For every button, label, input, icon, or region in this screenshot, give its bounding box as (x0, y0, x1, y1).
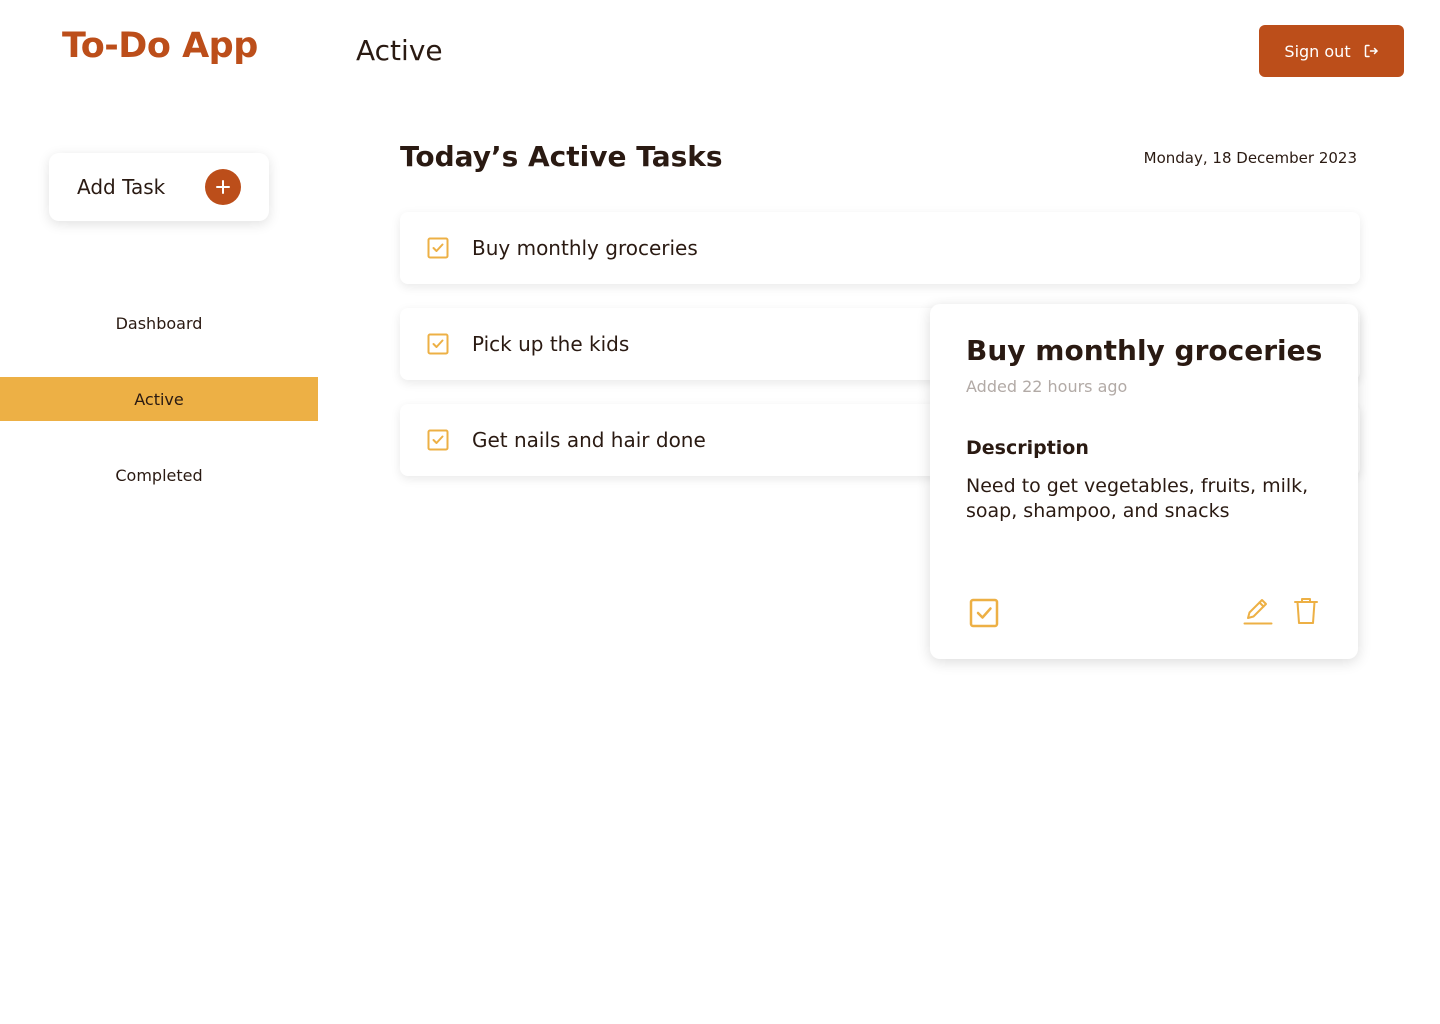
task-title: Pick up the kids (472, 332, 630, 356)
current-date: Monday, 18 December 2023 (1143, 149, 1357, 167)
sidebar-item-label: Active (134, 389, 184, 409)
add-task-button[interactable]: Add Task (49, 153, 269, 221)
task-detail-card: Buy monthly groceries Added 22 hours ago… (930, 304, 1358, 659)
description-label: Description (966, 437, 1089, 459)
task-title: Get nails and hair done (472, 428, 706, 452)
sign-out-button[interactable]: Sign out (1259, 25, 1404, 77)
detail-added-time: Added 22 hours ago (966, 377, 1128, 396)
sidebar-item-label: Dashboard (115, 313, 203, 333)
detail-title: Buy monthly groceries (966, 334, 1323, 367)
trash-icon[interactable] (1293, 596, 1319, 626)
task-row[interactable]: Buy monthly groceries (400, 212, 1360, 284)
complete-checkbox-icon[interactable] (969, 598, 999, 628)
sidebar-item-completed[interactable]: Completed (0, 453, 318, 497)
page-title: Active (356, 34, 443, 67)
add-task-label: Add Task (77, 175, 166, 199)
sidebar-item-label: Completed (115, 465, 203, 485)
sidebar-item-dashboard[interactable]: Dashboard (0, 301, 318, 345)
sign-out-icon (1363, 43, 1379, 59)
checkbox-icon[interactable] (427, 237, 449, 259)
section-title: Today’s Active Tasks (400, 140, 723, 173)
sidebar-item-active[interactable]: Active (0, 377, 318, 421)
checkbox-icon[interactable] (427, 429, 449, 451)
pencil-icon[interactable] (1243, 596, 1273, 626)
description-text: Need to get vegetables, fruits, milk, so… (966, 475, 1309, 522)
plus-icon (205, 169, 241, 205)
sign-out-label: Sign out (1284, 41, 1351, 61)
task-title: Buy monthly groceries (472, 236, 698, 260)
app-logo: To-Do App (62, 26, 258, 66)
checkbox-icon[interactable] (427, 333, 449, 355)
